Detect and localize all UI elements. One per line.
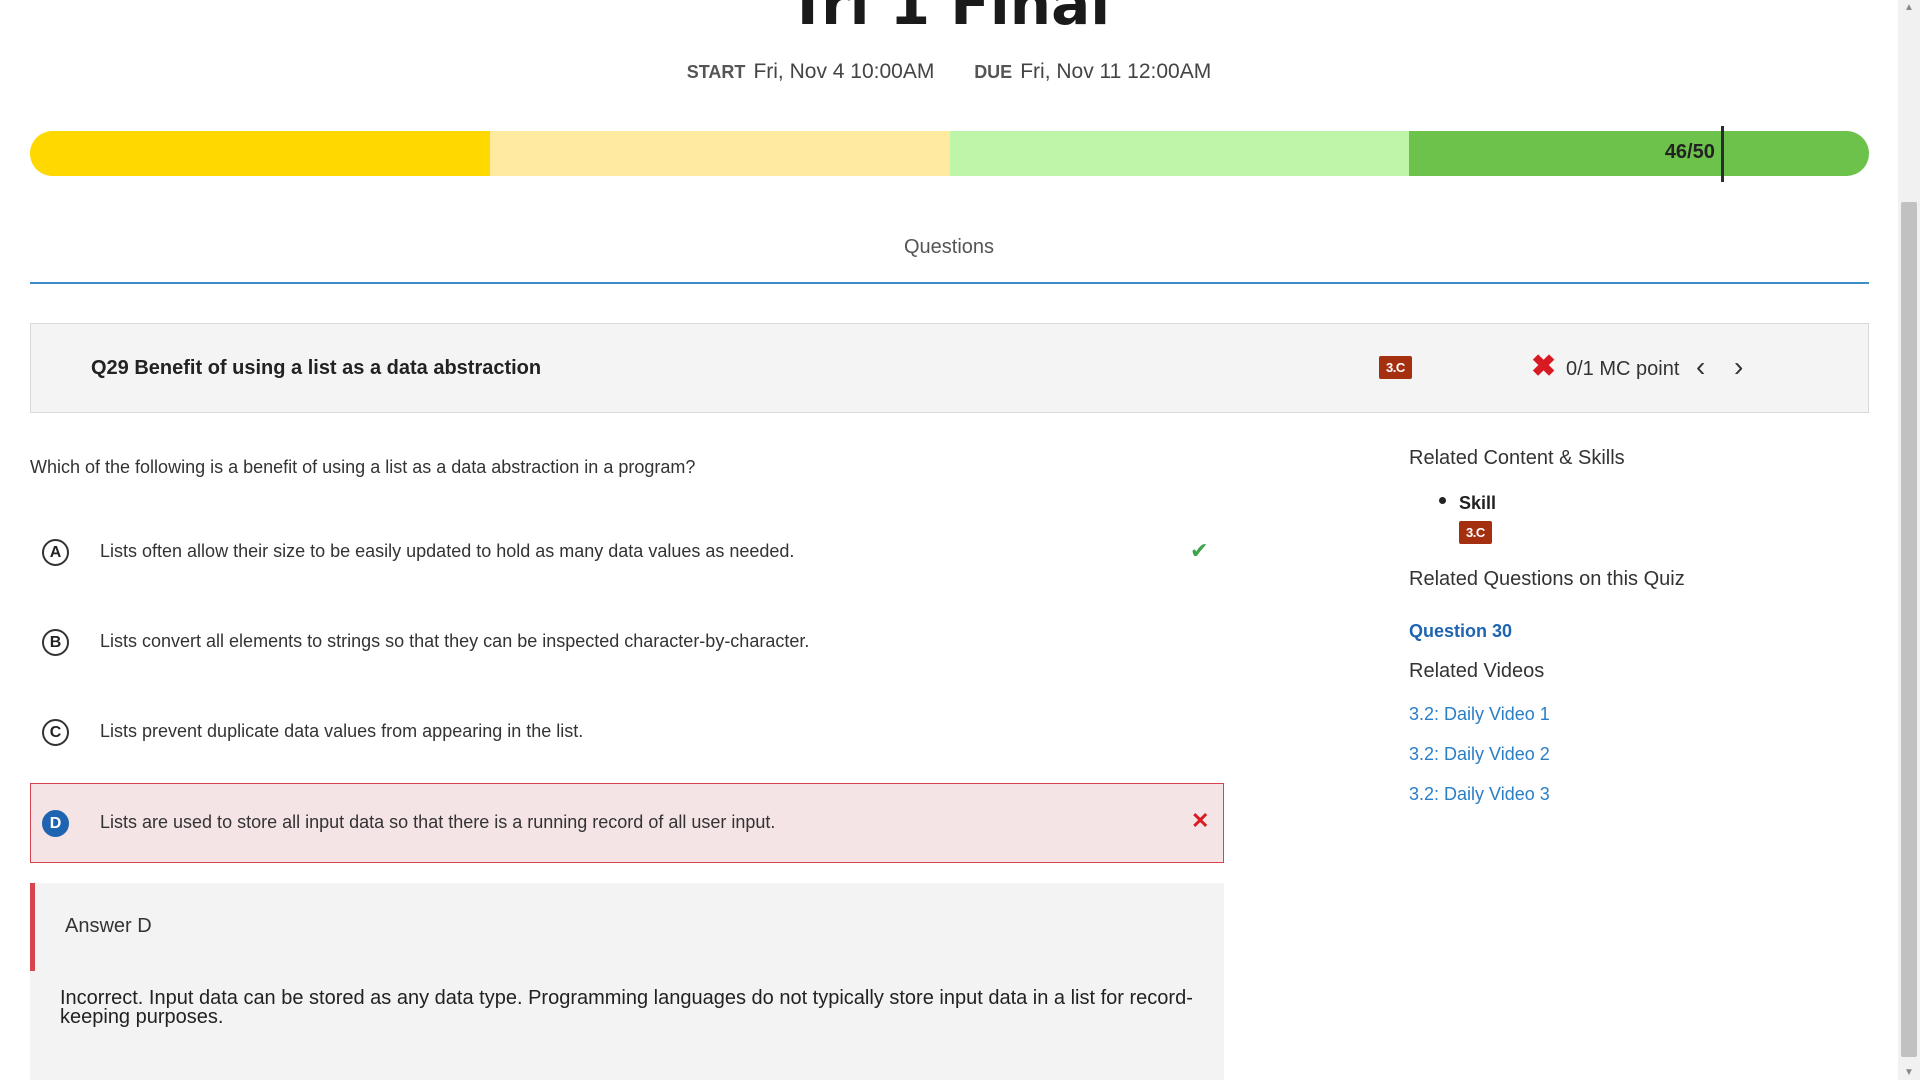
page-title: Tri 1 Final	[787, 0, 1111, 38]
related-question-link[interactable]: Question 30	[1409, 621, 1512, 642]
list-bullet	[1439, 497, 1446, 504]
option-letter-a: A	[42, 539, 69, 566]
x-icon: ✖	[1531, 350, 1557, 383]
option-letter-d: D	[42, 810, 69, 837]
explanation-title: Answer D	[65, 915, 152, 937]
question-prompt: Which of the following is a benefit of u…	[30, 457, 696, 477]
progress-score: 46/50	[1664, 141, 1715, 163]
vertical-scrollbar[interactable]: ▲ ▼	[1898, 0, 1920, 1080]
scroll-up-arrow-icon[interactable]: ▲	[1898, 2, 1920, 13]
tab-questions[interactable]: Questions	[0, 236, 1898, 259]
video-link[interactable]: 3.2: Daily Video 3	[1409, 784, 1550, 805]
start-value: Fri, Nov 4 10:00AM	[753, 60, 935, 83]
chevron-right-icon[interactable]: ›	[1734, 350, 1743, 384]
question-title: Q29 Benefit of using a list as a data ab…	[91, 357, 542, 379]
option-text-b: Lists convert all elements to strings so…	[100, 631, 810, 651]
explanation-text: Incorrect. Input data can be stored as a…	[60, 987, 1193, 1028]
scrollbar-thumb[interactable]	[1901, 202, 1917, 1057]
video-link[interactable]: 3.2: Daily Video 2	[1409, 744, 1550, 765]
scroll-down-arrow-icon[interactable]: ▼	[1898, 1067, 1920, 1078]
skill-badge: 3.C	[1379, 356, 1412, 379]
question-points: 0/1 MC point	[1566, 358, 1680, 380]
due-value: Fri, Nov 11 12:00AM	[1020, 60, 1212, 83]
score-progress-bar	[30, 131, 1869, 176]
option-text-d: Lists are used to store all input data s…	[100, 812, 776, 832]
related-videos-heading: Related Videos	[1409, 660, 1545, 682]
progress-segment-1	[30, 131, 490, 176]
due-label: DUE	[974, 62, 1013, 82]
answer-option-d[interactable]: D Lists are used to store all input data…	[30, 783, 1224, 863]
start-label: START	[686, 62, 746, 82]
tab-underline	[30, 282, 1869, 284]
answer-option-a[interactable]: A Lists often allow their size to be eas…	[30, 512, 1224, 592]
skill-label: Skill	[1459, 493, 1497, 513]
video-link[interactable]: 3.2: Daily Video 1	[1409, 704, 1550, 725]
check-icon: ✔	[1190, 538, 1209, 563]
progress-marker	[1720, 126, 1724, 182]
progress-segment-3	[949, 131, 1410, 176]
option-letter-b: B	[42, 629, 69, 656]
option-text-a: Lists often allow their size to be easil…	[100, 541, 795, 561]
related-content-heading: Related Content & Skills	[1409, 447, 1625, 469]
skill-badge: 3.C	[1459, 521, 1492, 544]
answer-option-c[interactable]: C Lists prevent duplicate data values fr…	[30, 692, 1224, 772]
quiz-page: Tri 1 Final START Fri, Nov 4 10:00AM DUE F…	[0, 0, 1898, 1080]
progress-segment-2	[489, 131, 950, 176]
answer-explanation: Answer D Incorrect. Input data can be st…	[30, 883, 1224, 1080]
option-text-c: Lists prevent duplicate data values from…	[100, 721, 584, 741]
answer-option-b[interactable]: B Lists convert all elements to strings …	[30, 602, 1224, 682]
related-questions-heading: Related Questions on this Quiz	[1409, 568, 1685, 590]
question-header: Q29 Benefit of using a list as a data ab…	[30, 323, 1869, 413]
date-range: START Fri, Nov 4 10:00AM DUE Fri, Nov 11 1…	[0, 60, 1898, 84]
x-icon: ✕	[1191, 808, 1210, 833]
chevron-left-icon[interactable]: ‹	[1696, 350, 1705, 384]
option-letter-c: C	[42, 719, 69, 746]
explanation-accent	[30, 883, 35, 971]
